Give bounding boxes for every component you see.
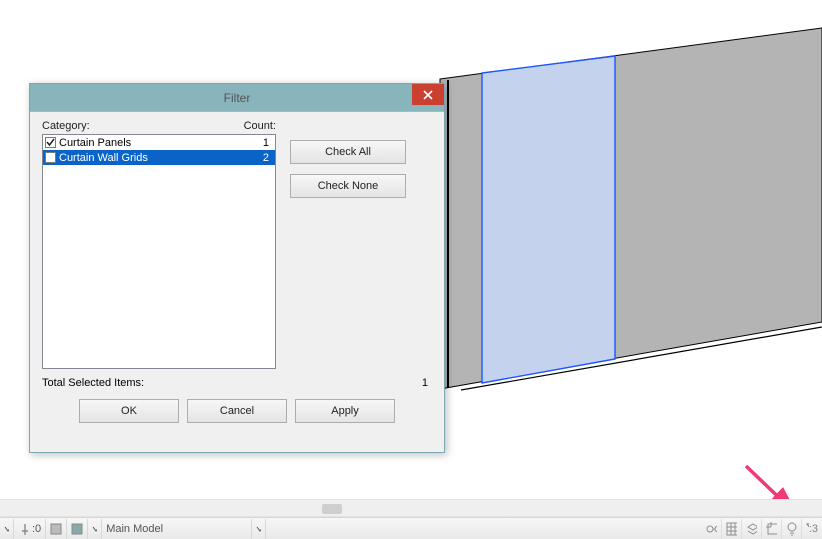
apply-button[interactable]: Apply xyxy=(295,399,395,423)
workset-label: Main Model xyxy=(106,523,163,535)
status-dropdown-1[interactable] xyxy=(0,519,14,539)
checkbox[interactable] xyxy=(45,137,56,148)
check-all-button[interactable]: Check All xyxy=(290,140,406,164)
model-panel-selected xyxy=(482,56,615,383)
chevron-down-icon xyxy=(4,525,9,533)
check-icon xyxy=(46,138,55,147)
cancel-button[interactable]: Cancel xyxy=(187,399,287,423)
status-layers[interactable] xyxy=(742,519,762,539)
dialog-title: Filter xyxy=(30,91,444,105)
chevron-down-icon xyxy=(92,525,97,533)
selection-count: :0 xyxy=(32,523,41,535)
list-item[interactable]: Curtain Panels1 xyxy=(43,135,275,150)
header-category: Category: xyxy=(42,120,232,132)
scrollbar-thumb[interactable] xyxy=(322,504,342,514)
bulb-icon xyxy=(786,522,797,536)
filter-dialog: Filter Category: Count: Curtain Panels1C… xyxy=(29,83,445,453)
header-count: Count: xyxy=(232,120,276,132)
layers-icon xyxy=(746,522,757,536)
dialog-buttons: OK Cancel Apply xyxy=(42,399,432,423)
workset-combo[interactable]: Main Model xyxy=(102,519,252,539)
glasses-icon xyxy=(706,523,717,535)
status-glasses[interactable] xyxy=(702,519,722,539)
ok-button[interactable]: OK xyxy=(79,399,179,423)
list-header: Category: Count: xyxy=(42,120,432,132)
total-value: 1 xyxy=(388,377,432,389)
item-name: Curtain Panels xyxy=(59,137,245,149)
status-filter[interactable]: :3 xyxy=(802,519,822,539)
swatch-icon xyxy=(71,523,83,535)
grid-icon xyxy=(726,522,737,536)
status-swatch-group[interactable] xyxy=(46,519,67,539)
status-dropdown-2[interactable] xyxy=(88,519,102,539)
filter-count: :3 xyxy=(809,523,818,535)
close-button[interactable] xyxy=(412,84,444,105)
checkbox[interactable] xyxy=(45,152,56,163)
status-reveal[interactable] xyxy=(722,519,742,539)
status-crop[interactable] xyxy=(762,519,782,539)
status-swatch-group-2[interactable] xyxy=(67,519,88,539)
item-count: 2 xyxy=(245,152,275,164)
pushpin-icon xyxy=(18,522,32,536)
dialog-body: Category: Count: Curtain Panels1Curtain … xyxy=(30,112,444,452)
status-bar: :0 Main Model xyxy=(0,517,822,539)
item-name: Curtain Wall Grids xyxy=(59,152,245,164)
horizontal-scrollbar[interactable] xyxy=(0,499,822,517)
workspace: Filter Category: Count: Curtain Panels1C… xyxy=(0,0,822,539)
status-pushpin[interactable]: :0 xyxy=(14,519,46,539)
category-list[interactable]: Curtain Panels1Curtain Wall Grids2 xyxy=(42,134,276,369)
workset-dropdown[interactable] xyxy=(252,519,266,539)
side-buttons: Check All Check None xyxy=(290,140,406,369)
item-count: 1 xyxy=(245,137,275,149)
crop-icon xyxy=(766,522,777,536)
total-row: Total Selected Items: 1 xyxy=(42,377,432,389)
list-item[interactable]: Curtain Wall Grids2 xyxy=(43,150,275,165)
swatch-icon xyxy=(50,523,62,535)
total-label: Total Selected Items: xyxy=(42,377,388,389)
chevron-down-icon xyxy=(256,525,261,533)
dialog-titlebar[interactable]: Filter xyxy=(30,84,444,112)
close-icon xyxy=(423,90,433,100)
check-none-button[interactable]: Check None xyxy=(290,174,406,198)
status-bulb[interactable] xyxy=(782,519,802,539)
